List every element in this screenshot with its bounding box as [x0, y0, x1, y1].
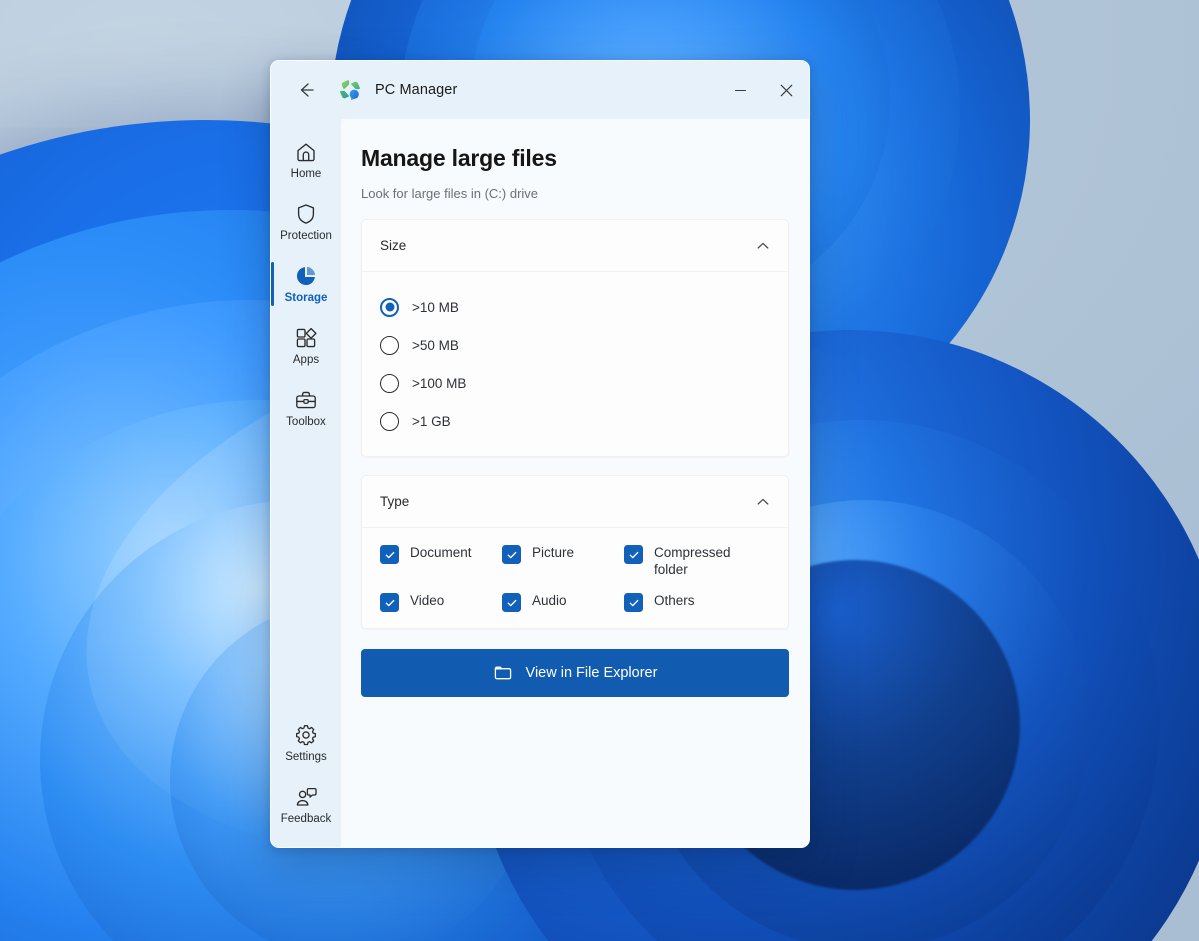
sidebar-item-label: Apps [293, 355, 319, 367]
radio-indicator[interactable] [380, 336, 399, 355]
close-button[interactable] [763, 61, 809, 119]
checkbox-indicator[interactable] [380, 545, 399, 564]
sidebar-item-label: Storage [285, 293, 328, 305]
radio-indicator[interactable] [380, 374, 399, 393]
type-card: Type [361, 475, 789, 629]
type-option-video[interactable]: Video [380, 592, 502, 612]
checkbox-indicator[interactable] [624, 593, 643, 612]
close-icon [779, 83, 794, 98]
size-option-label: >100 MB [412, 376, 466, 391]
window-controls [717, 61, 809, 119]
type-options-grid: Document Picture [380, 544, 770, 612]
check-icon [506, 549, 518, 561]
checkbox-indicator[interactable] [502, 545, 521, 564]
gear-icon [294, 723, 318, 747]
type-option-label: Audio [532, 592, 567, 609]
view-in-file-explorer-button[interactable]: View in File Explorer [361, 649, 789, 697]
size-option-1gb[interactable]: >1 GB [380, 402, 770, 440]
toolbox-icon [294, 388, 318, 412]
folder-icon [493, 663, 513, 683]
size-option-label: >10 MB [412, 300, 459, 315]
sidebar-nav: Home Protection Storage [271, 119, 341, 848]
checkbox-indicator[interactable] [624, 545, 643, 564]
sidebar-item-label: Feedback [281, 814, 332, 826]
type-option-picture[interactable]: Picture [502, 544, 624, 578]
checkbox-indicator[interactable] [502, 593, 521, 612]
main-content: Manage large files Look for large files … [341, 119, 809, 848]
type-section-header[interactable]: Type [362, 476, 788, 528]
check-icon [506, 597, 518, 609]
type-option-document[interactable]: Document [380, 544, 502, 578]
size-option-10mb[interactable]: >10 MB [380, 288, 770, 326]
sidebar-item-toolbox[interactable]: Toolbox [271, 377, 341, 439]
sidebar-item-label: Settings [285, 752, 327, 764]
view-in-file-explorer-label: View in File Explorer [526, 665, 658, 681]
sidebar-item-feedback[interactable]: Feedback [271, 774, 341, 836]
size-card: Size >10 MB >50 MB [361, 219, 789, 457]
page-subtitle: Look for large files in (C:) drive [361, 186, 789, 201]
size-option-label: >50 MB [412, 338, 459, 353]
type-section-title: Type [380, 494, 409, 509]
pc-manager-window: PC Manager [270, 60, 810, 848]
back-button[interactable] [283, 67, 329, 113]
size-option-100mb[interactable]: >100 MB [380, 364, 770, 402]
apps-grid-icon [294, 326, 318, 350]
sidebar-item-storage[interactable]: Storage [271, 253, 341, 315]
home-icon [294, 140, 318, 164]
radio-indicator[interactable] [380, 412, 399, 431]
feedback-person-icon [294, 785, 318, 809]
size-option-label: >1 GB [412, 414, 451, 429]
size-section-title: Size [380, 238, 406, 253]
shield-icon [294, 202, 318, 226]
desktop-wallpaper: PC Manager [0, 0, 1199, 941]
sidebar-item-protection[interactable]: Protection [271, 191, 341, 253]
minimize-icon [734, 84, 747, 97]
sidebar-item-apps[interactable]: Apps [271, 315, 341, 377]
window-titlebar: PC Manager [271, 61, 809, 119]
size-option-50mb[interactable]: >50 MB [380, 326, 770, 364]
type-option-others[interactable]: Others [624, 592, 770, 612]
type-options-list: Document Picture [362, 528, 788, 628]
page-title: Manage large files [361, 145, 789, 172]
checkbox-indicator[interactable] [380, 593, 399, 612]
type-option-audio[interactable]: Audio [502, 592, 624, 612]
check-icon [384, 549, 396, 561]
radio-indicator[interactable] [380, 298, 399, 317]
pie-chart-icon [294, 264, 318, 288]
sidebar-item-label: Protection [280, 231, 332, 243]
size-section-header[interactable]: Size [362, 220, 788, 272]
type-option-compressed-folder[interactable]: Compressed folder [624, 544, 770, 578]
type-option-label: Video [410, 592, 444, 609]
size-options-list: >10 MB >50 MB >100 MB >1 GB [362, 272, 788, 456]
sidebar-item-label: Home [291, 169, 322, 181]
minimize-button[interactable] [717, 61, 763, 119]
sidebar-item-label: Toolbox [286, 417, 326, 429]
type-option-label: Picture [532, 544, 574, 561]
check-icon [384, 597, 396, 609]
sidebar-spacer [271, 439, 341, 712]
back-arrow-icon [296, 80, 316, 100]
window-body: Home Protection Storage [271, 119, 809, 848]
sidebar-item-home[interactable]: Home [271, 129, 341, 191]
chevron-up-icon [756, 239, 770, 253]
check-icon [628, 597, 640, 609]
type-option-label: Document [410, 544, 472, 561]
chevron-up-icon [756, 495, 770, 509]
check-icon [628, 549, 640, 561]
sidebar-item-settings[interactable]: Settings [271, 712, 341, 774]
app-title: PC Manager [375, 82, 457, 98]
pc-manager-logo-icon [339, 79, 361, 101]
type-option-label: Others [654, 592, 695, 609]
type-option-label: Compressed folder [654, 544, 750, 578]
